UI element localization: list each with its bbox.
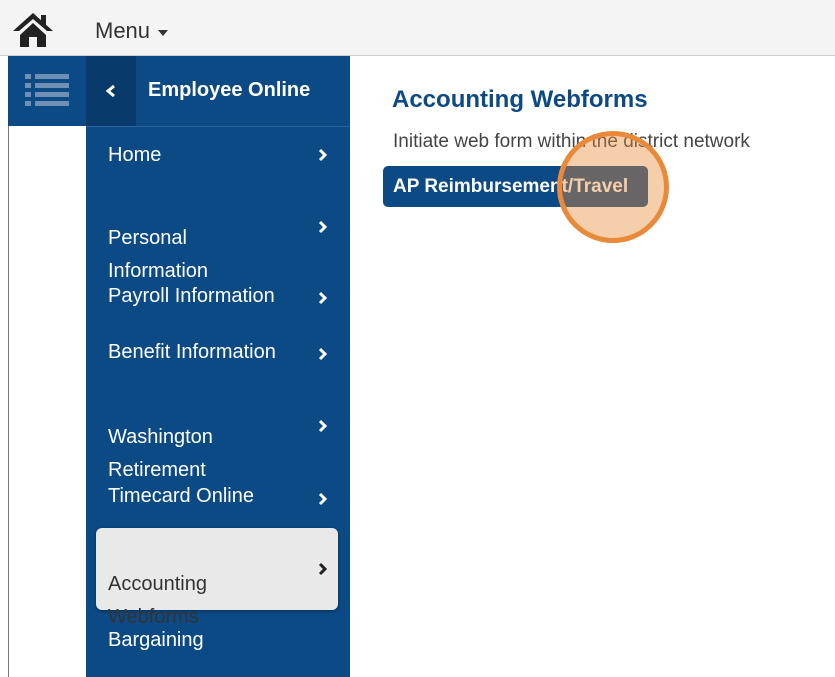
chevron-right-icon	[318, 148, 328, 162]
sidebar-item-benefit-information[interactable]: Benefit Information	[86, 326, 350, 382]
sidebar-item-label: Home	[108, 144, 162, 166]
sidebar-item-label: Bargaining	[108, 629, 204, 651]
top-bar: Menu	[0, 0, 835, 56]
chevron-right-icon	[318, 220, 328, 233]
sidebar-item-label: Timecard Online	[108, 485, 254, 507]
home-button[interactable]	[10, 10, 56, 48]
sidebar: Employee Online Home Personal Informatio…	[86, 56, 350, 677]
chevron-right-icon	[318, 419, 328, 433]
menu-dropdown[interactable]: Menu	[95, 18, 169, 44]
chevron-right-icon	[318, 562, 328, 576]
sidebar-toggle-button[interactable]	[8, 56, 86, 126]
sidebar-item-accounting-webforms[interactable]: Accounting Webforms	[96, 528, 338, 628]
sidebar-nav: Home Personal Information Payroll Inform…	[86, 127, 350, 666]
left-edge-divider	[8, 126, 9, 677]
sidebar-back-button[interactable]	[86, 56, 136, 126]
sidebar-item-label: Benefit Information	[108, 341, 276, 363]
sidebar-title: Employee Online	[148, 79, 311, 101]
sidebar-header: Employee Online	[86, 56, 350, 127]
chevron-right-icon	[318, 347, 328, 361]
sidebar-item-label: Payroll Information	[108, 285, 275, 307]
sidebar-item-home[interactable]: Home	[86, 127, 350, 183]
chevron-left-icon	[105, 84, 115, 98]
ap-reimbursement-travel-button[interactable]: AP Reimbursement/Travel	[383, 166, 649, 207]
menu-label: Menu	[95, 18, 151, 43]
sidebar-item-personal-information[interactable]: Personal Information	[86, 183, 350, 282]
sidebar-item-washington-retirement[interactable]: Washington Retirement	[86, 382, 350, 481]
sidebar-item-timecard-online[interactable]: Timecard Online	[86, 470, 350, 528]
chevron-right-icon	[318, 291, 328, 305]
page-description: Initiate web form within the district ne…	[393, 131, 750, 152]
sidebar-item-payroll-information[interactable]: Payroll Information	[86, 270, 350, 326]
chevron-right-icon	[318, 492, 328, 506]
page-title: Accounting Webforms	[392, 86, 648, 113]
sidebar-item-bargaining[interactable]: Bargaining	[86, 610, 350, 666]
caret-down-icon	[158, 29, 169, 36]
home-icon	[13, 13, 53, 47]
list-icon	[25, 74, 69, 106]
